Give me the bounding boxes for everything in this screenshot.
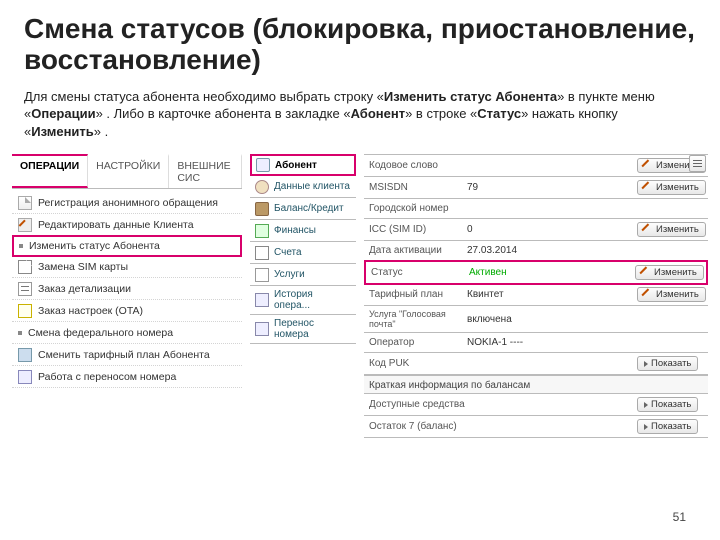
subscriber-icon — [256, 158, 270, 172]
page-description: Для смены статуса абонента необходимо вы… — [0, 82, 720, 155]
pencil-icon — [644, 290, 653, 299]
subscriber-details: Кодовое слово Изменить MSISDN79 Изменить… — [364, 154, 708, 438]
show-puk-button[interactable]: Показать — [637, 356, 698, 371]
sidebar-item-services[interactable]: Услуги — [250, 264, 356, 286]
user-icon — [255, 180, 269, 194]
sidebar-item-balance[interactable]: Баланс/Кредит — [250, 198, 356, 220]
balance-section-header: Краткая информация по балансам — [364, 375, 708, 394]
page-title: Смена статусов (блокировка, приостановле… — [0, 0, 720, 82]
cart-icon — [255, 246, 269, 260]
port-icon — [18, 370, 32, 384]
play-icon — [644, 402, 648, 408]
sidebar-item-accounts[interactable]: Счета — [250, 242, 356, 264]
show-balance7-button[interactable]: Показать — [637, 419, 698, 434]
bullet-icon — [19, 244, 23, 248]
row-status: Статус Активен Изменить — [364, 260, 708, 285]
tariff-icon — [18, 348, 32, 362]
menu-item-order-detail[interactable]: Заказ детализации — [12, 278, 242, 300]
sidebar-item-finance[interactable]: Финансы — [250, 220, 356, 242]
menu-item-edit-client[interactable]: Редактировать данные Клиента — [12, 214, 242, 236]
play-icon — [644, 424, 648, 430]
sim-icon — [18, 260, 32, 274]
tab-operations[interactable]: ОПЕРАЦИИ — [12, 154, 88, 188]
menu-toggle-button[interactable] — [689, 155, 706, 172]
menu-item-change-status[interactable]: Изменить статус Абонента — [12, 235, 242, 257]
show-funds-button[interactable]: Показать — [637, 397, 698, 412]
transfer-icon — [255, 322, 269, 336]
wallet-icon — [255, 202, 269, 216]
task-icon — [255, 268, 269, 282]
note-icon — [18, 304, 32, 318]
sidebar-item-client-data[interactable]: Данные клиента — [250, 176, 356, 198]
finance-icon — [255, 224, 269, 238]
pencil-icon — [644, 161, 653, 170]
menu-item-porting[interactable]: Работа с переносом номера — [12, 366, 242, 388]
pencil-icon — [644, 225, 653, 234]
history-icon — [255, 293, 269, 307]
subscriber-sidebar: Абонент Данные клиента Баланс/Кредит Фин… — [250, 154, 356, 438]
tab-external[interactable]: ВНЕШНИЕ СИС — [169, 154, 242, 188]
menu-item-change-number[interactable]: Смена федерального номера — [12, 322, 242, 344]
page-number: 51 — [673, 510, 686, 524]
menu-item-order-ota[interactable]: Заказ настроек (OTA) — [12, 300, 242, 322]
edit-icc-button[interactable]: Изменить — [637, 222, 706, 237]
edit-tariff-button[interactable]: Изменить — [637, 287, 706, 302]
pencil-icon — [644, 183, 653, 192]
sidebar-item-history[interactable]: История опера... — [250, 286, 356, 315]
operations-menu: ОПЕРАЦИИ НАСТРОЙКИ ВНЕШНИЕ СИС Регистрац… — [12, 154, 242, 438]
edit-status-button[interactable]: Изменить — [635, 265, 704, 280]
play-icon — [644, 361, 648, 367]
document-icon — [18, 196, 32, 210]
sidebar-item-porting[interactable]: Перенос номера — [250, 315, 356, 344]
menu-tabs: ОПЕРАЦИИ НАСТРОЙКИ ВНЕШНИЕ СИС — [12, 154, 242, 189]
pencil-icon — [642, 268, 651, 277]
menu-item-change-tariff[interactable]: Сменить тарифный план Абонента — [12, 344, 242, 366]
edit-msisdn-button[interactable]: Изменить — [637, 180, 706, 195]
list-icon — [18, 282, 32, 296]
edit-icon — [18, 218, 32, 232]
bullet-icon — [18, 331, 22, 335]
sidebar-item-subscriber[interactable]: Абонент — [250, 154, 356, 176]
menu-item-replace-sim[interactable]: Замена SIM карты — [12, 256, 242, 278]
tab-settings[interactable]: НАСТРОЙКИ — [88, 154, 169, 188]
menu-item-register[interactable]: Регистрация анонимного обращения — [12, 192, 242, 214]
